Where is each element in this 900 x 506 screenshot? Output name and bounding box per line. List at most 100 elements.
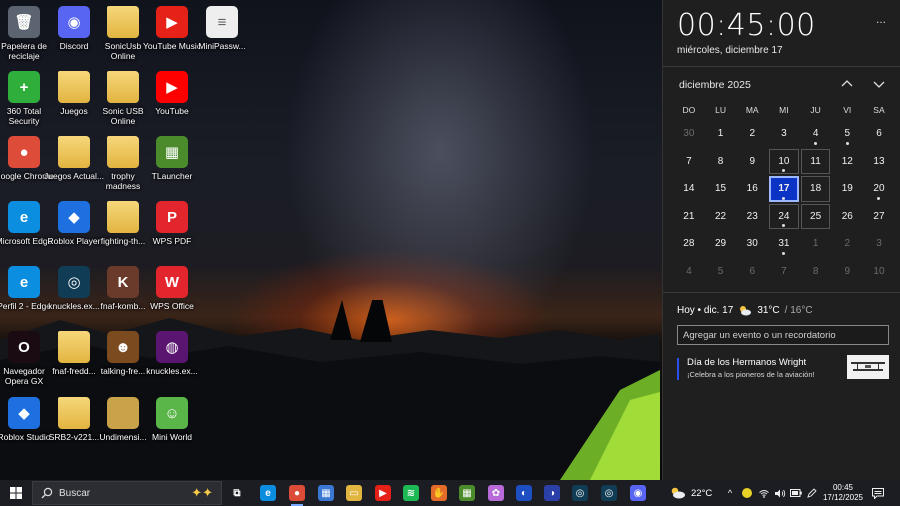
- calendar-day[interactable]: 4: [800, 120, 832, 148]
- calendar-day[interactable]: 11: [800, 148, 832, 176]
- desktop-icon[interactable]: W WPS Office: [142, 266, 202, 311]
- pen-menu-button[interactable]: [805, 480, 819, 506]
- day-number: 6: [876, 128, 882, 140]
- calendar-day[interactable]: 25: [800, 203, 832, 231]
- taskbar-weather[interactable]: 22°C: [670, 480, 712, 506]
- taskbar-search[interactable]: Buscar ✦✦: [32, 481, 222, 505]
- calendar-day[interactable]: 31: [768, 230, 800, 258]
- desktop-icon[interactable]: ▦ TLauncher: [142, 136, 202, 181]
- desktop-icon[interactable]: ≡ MiniPassw...: [192, 6, 252, 51]
- calendar-day[interactable]: 18: [800, 175, 832, 203]
- taskbar-app-button[interactable]: ●: [286, 483, 308, 506]
- calendar-day[interactable]: 3: [768, 120, 800, 148]
- calendar-day[interactable]: 6: [863, 120, 895, 148]
- desktop-icon[interactable]: ☺ Mini World: [142, 397, 202, 442]
- calendar-day[interactable]: 27: [863, 203, 895, 231]
- calendar-day[interactable]: 8: [705, 148, 737, 176]
- calendar-day[interactable]: 29: [705, 230, 737, 258]
- calendar-day[interactable]: 7: [673, 148, 705, 176]
- event-subtitle: ¡Celebra a los pioneros de la aviación!: [687, 370, 815, 379]
- taskbar-app-button[interactable]: ◎: [598, 483, 620, 503]
- calendar-day[interactable]: 2: [831, 230, 863, 258]
- more-options-button[interactable]: ...: [876, 12, 886, 26]
- start-button[interactable]: [4, 480, 28, 506]
- image-file-icon: [107, 397, 139, 429]
- taskbar-app-button[interactable]: ▭: [343, 483, 365, 503]
- calendar-day[interactable]: 9: [736, 148, 768, 176]
- calendar-day[interactable]: 26: [831, 203, 863, 231]
- event-item[interactable]: Día de los Hermanos Wright ¡Celebra a lo…: [677, 355, 889, 383]
- calendar-day[interactable]: 16: [736, 175, 768, 203]
- calendar-day[interactable]: 14: [673, 175, 705, 203]
- taskbar-app-button[interactable]: ▦: [456, 483, 478, 503]
- day-number: 1: [717, 128, 724, 140]
- taskbar-app-button[interactable]: ✋: [428, 483, 450, 503]
- text-file-icon: ≡: [206, 6, 238, 38]
- taskbar-app-button[interactable]: ≋: [400, 483, 422, 503]
- app-hand-icon: ✋: [431, 485, 447, 501]
- calendar-day[interactable]: 1: [705, 120, 737, 148]
- airplane-thumbnail-icon: [847, 355, 889, 379]
- calendar-day[interactable]: 12: [831, 148, 863, 176]
- windows-logo-icon: [10, 487, 22, 499]
- calendar-day[interactable]: 4: [673, 258, 705, 286]
- calendar-day[interactable]: 23: [736, 203, 768, 231]
- flyout-date[interactable]: miércoles, diciembre 17: [677, 45, 783, 56]
- day-number: 25: [810, 210, 822, 222]
- calendar-day[interactable]: 5: [831, 120, 863, 148]
- next-month-button[interactable]: [871, 76, 887, 92]
- calendar-day[interactable]: 2: [736, 120, 768, 148]
- calendar-day[interactable]: 22: [705, 203, 737, 231]
- calendar-day[interactable]: 10: [863, 258, 895, 286]
- calendar-day[interactable]: 15: [705, 175, 737, 203]
- network-button[interactable]: [757, 480, 771, 506]
- calendar-day[interactable]: 20: [863, 175, 895, 203]
- calendar-day[interactable]: 6: [736, 258, 768, 286]
- desktop-icon[interactable]: ◍ knuckles.ex...: [142, 331, 202, 376]
- event-dot-icon: [814, 141, 818, 145]
- calendar-day[interactable]: 30: [736, 230, 768, 258]
- previous-month-button[interactable]: [839, 76, 855, 92]
- calendar-day[interactable]: 1: [800, 230, 832, 258]
- month-title[interactable]: diciembre 2025: [679, 79, 751, 91]
- taskbar-app-button[interactable]: ✿: [485, 483, 507, 503]
- calendar-day[interactable]: 5: [705, 258, 737, 286]
- flower-app-icon: ✿: [488, 485, 504, 501]
- taskbar-app-button[interactable]: ▦: [315, 483, 337, 503]
- calendar-day[interactable]: 9: [831, 258, 863, 286]
- calendar-day[interactable]: 19: [831, 175, 863, 203]
- tray-app-button[interactable]: [740, 480, 754, 506]
- volume-button[interactable]: [773, 480, 787, 506]
- notifications-button[interactable]: [870, 480, 886, 506]
- taskbar-clock[interactable]: 00:45 17/12/2025: [822, 483, 864, 503]
- calendar-day[interactable]: 8: [800, 258, 832, 286]
- temp-low: / 16°C: [784, 305, 813, 316]
- calendar-day[interactable]: 21: [673, 203, 705, 231]
- calendar-day[interactable]: 30: [673, 120, 705, 148]
- recycle-bin-icon: 🗑: [8, 6, 40, 38]
- desktop-icon[interactable]: P WPS PDF: [142, 201, 202, 246]
- taskbar-app-button[interactable]: ▶: [372, 483, 394, 503]
- desktop-icon-label: MiniPassw...: [198, 41, 246, 51]
- edge-icon: e: [8, 201, 40, 233]
- calendar-day[interactable]: 7: [768, 258, 800, 286]
- calendar-day[interactable]: 24: [768, 203, 800, 231]
- calendar-day[interactable]: 13: [863, 148, 895, 176]
- taskbar-app-button[interactable]: ◐: [513, 483, 535, 503]
- show-hidden-icons-button[interactable]: ^: [724, 480, 736, 506]
- day-number: 2: [844, 238, 851, 250]
- taskbar-time: 00:45: [832, 483, 854, 492]
- add-event-input[interactable]: [677, 325, 889, 345]
- calendar-day[interactable]: 28: [673, 230, 705, 258]
- taskbar-app-button[interactable]: ◉: [627, 483, 649, 503]
- taskbar-app-button[interactable]: e: [257, 483, 279, 503]
- battery-button[interactable]: [789, 480, 803, 506]
- calendar-day[interactable]: 3: [863, 230, 895, 258]
- desktop-icon[interactable]: ▶ YouTube: [142, 71, 202, 116]
- taskbar-app-button[interactable]: ⧉: [226, 483, 248, 503]
- calendar-day-selected[interactable]: 17: [768, 175, 800, 203]
- taskbar-app-button[interactable]: ◑: [541, 483, 563, 503]
- event-title: Día de los Hermanos Wright: [687, 357, 807, 368]
- taskbar-app-button[interactable]: ◎: [569, 483, 591, 503]
- calendar-day[interactable]: 10: [768, 148, 800, 176]
